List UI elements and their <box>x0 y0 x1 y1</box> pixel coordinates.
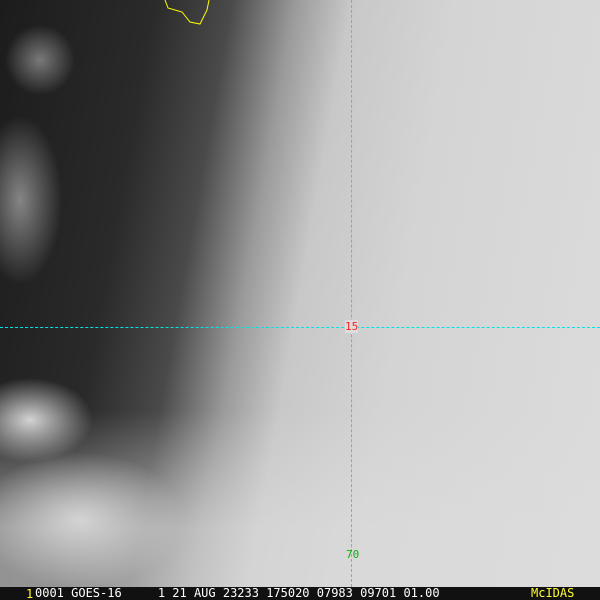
info-bar: 1 0001 GOES-16 1 21 AUG 23233 175020 079… <box>0 587 600 600</box>
frame-marker: 1 <box>26 587 34 600</box>
latitude-label: 15 <box>345 320 359 333</box>
image-info: 0001 GOES-16 1 21 AUG 23233 175020 07983… <box>35 586 440 600</box>
latitude-grid-line <box>0 327 600 328</box>
longitude-label: 70 <box>346 548 360 561</box>
longitude-grid-line <box>351 0 352 587</box>
cloud-layer <box>0 0 600 587</box>
satellite-view: 15 70 1 0001 GOES-16 1 21 AUG 23233 1750… <box>0 0 600 600</box>
coastline <box>164 0 210 25</box>
mcidas-logo: McIDAS <box>531 586 575 600</box>
